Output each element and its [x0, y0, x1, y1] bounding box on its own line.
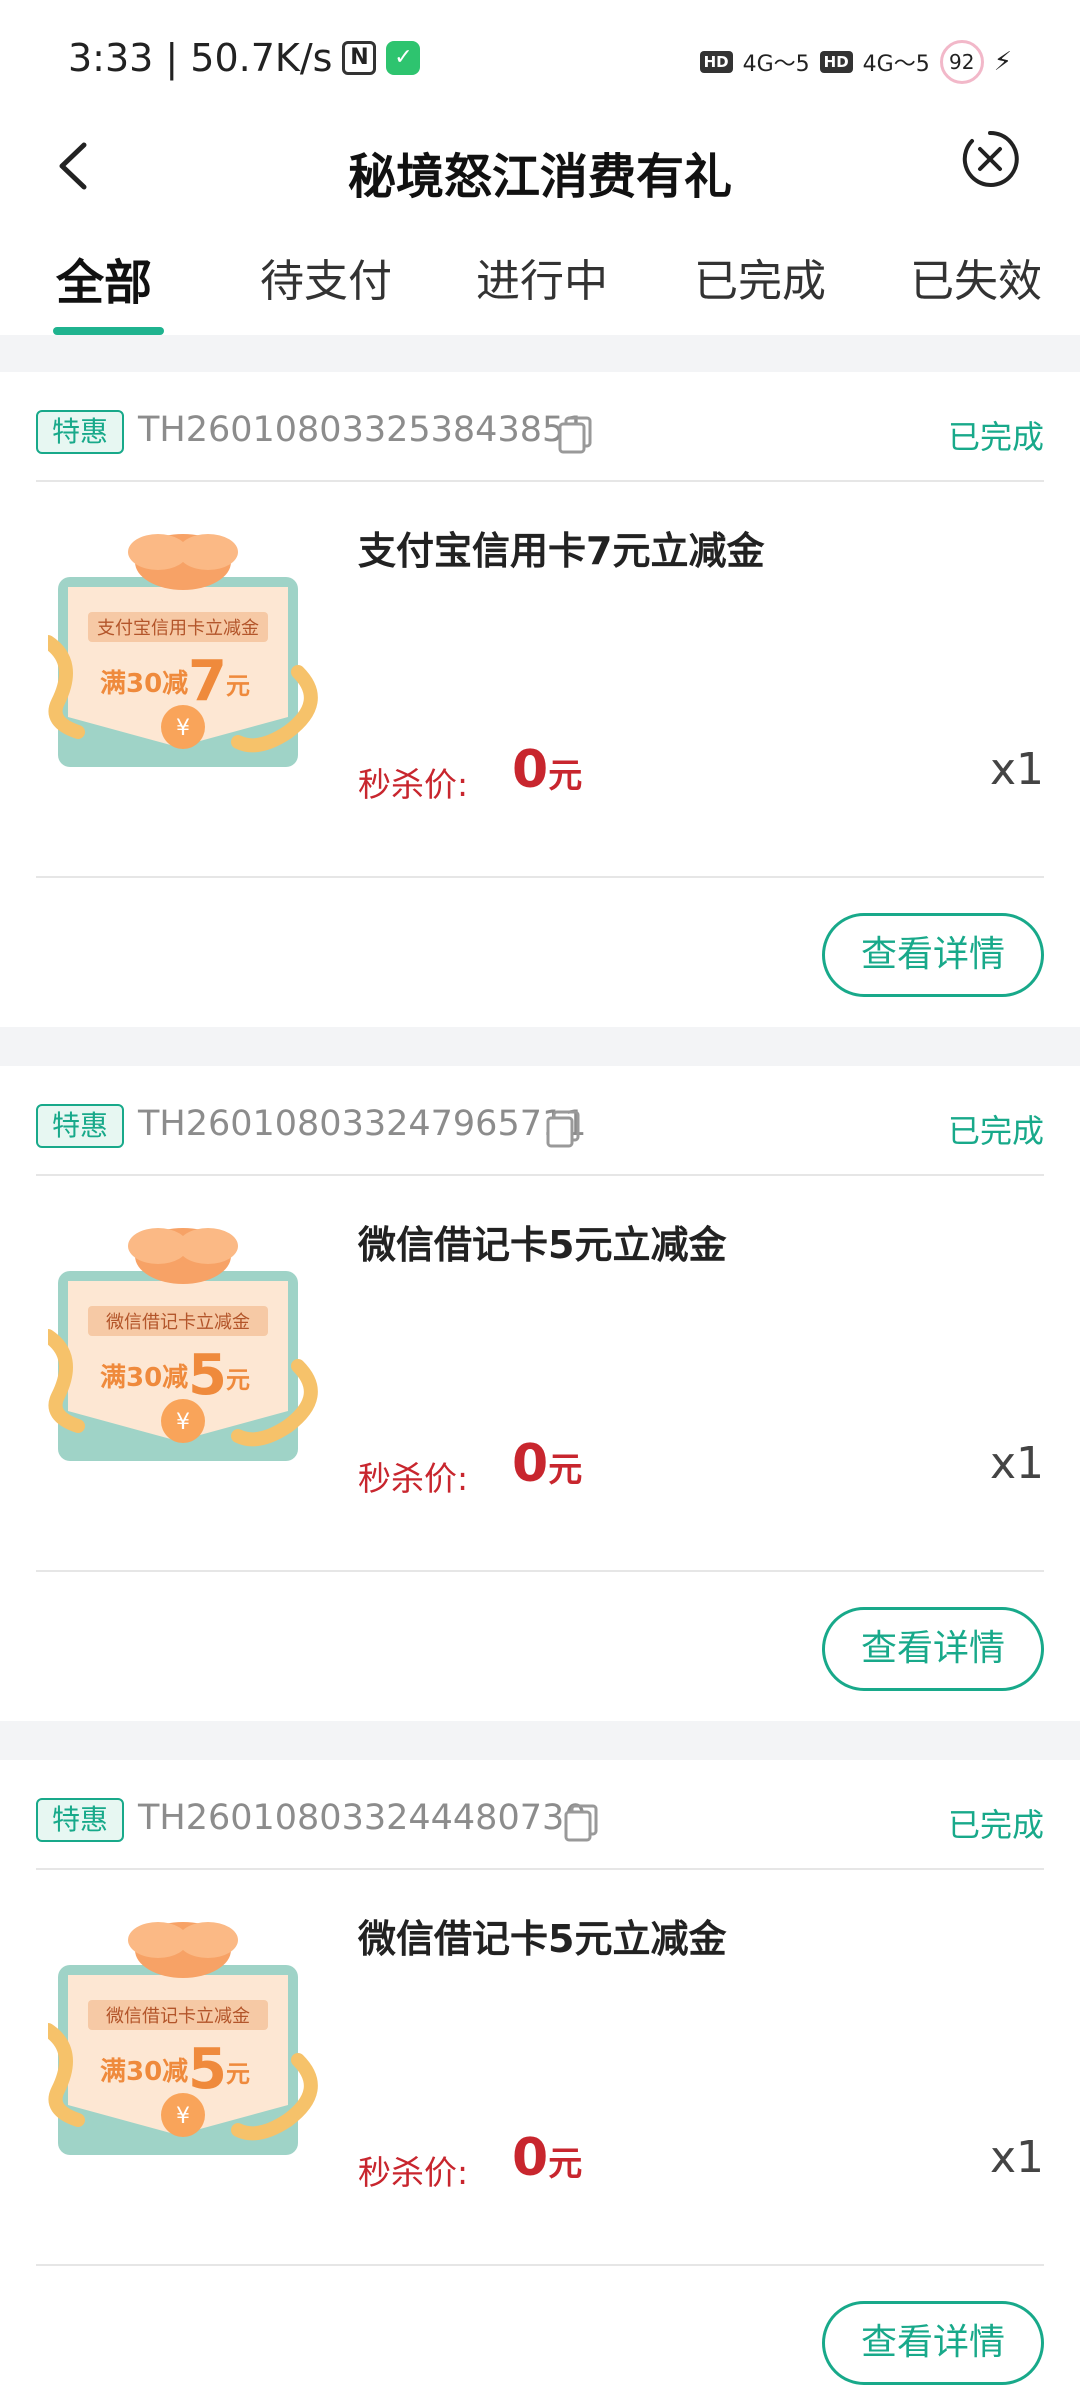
voucher-thumbnail[interactable]: ¥ 微信借记卡立减金 满30减 5 元: [48, 1216, 318, 1466]
svg-text:支付宝信用卡立减金: 支付宝信用卡立减金: [97, 618, 259, 639]
svg-text:微信借记卡立减金: 微信借记卡立减金: [106, 1312, 250, 1333]
divider: [36, 876, 1044, 878]
order-status: 已完成: [947, 418, 1044, 456]
svg-text:¥: ¥: [176, 1410, 190, 1435]
voucher-thumbnail[interactable]: ¥ 微信借记卡立减金 满30减 5 元: [48, 1910, 318, 2160]
svg-text:¥: ¥: [176, 716, 190, 741]
price-label: 秒杀价:: [358, 1459, 469, 1498]
order-status: 已完成: [947, 1806, 1044, 1844]
deal-badge: 特惠: [36, 1104, 125, 1148]
price-value: 0元: [512, 1434, 583, 1494]
svg-text:7: 7: [188, 649, 227, 714]
svg-text:5: 5: [188, 1343, 227, 1408]
tab-pending-payment[interactable]: 待支付: [260, 245, 392, 309]
view-details-button[interactable]: 查看详情: [822, 913, 1044, 997]
product-name[interactable]: 微信借记卡5元立减金: [358, 1908, 726, 1963]
order-number: TH260108033253843851: [138, 410, 587, 450]
tab-completed[interactable]: 已完成: [694, 245, 826, 309]
product-name[interactable]: 微信借记卡5元立减金: [358, 1214, 726, 1269]
svg-text:5: 5: [188, 2037, 227, 2102]
shield-icon: ✓: [386, 41, 421, 75]
copy-icon[interactable]: [544, 1108, 584, 1148]
divider: [36, 1174, 1044, 1176]
divider: [36, 480, 1044, 482]
deal-badge: 特惠: [36, 1798, 125, 1842]
divider: [36, 2264, 1044, 2266]
svg-text:元: 元: [226, 2060, 250, 2088]
order-header: 特惠 TH260108033244480730 已完成: [36, 1790, 1044, 1846]
tab-all[interactable]: 全部: [56, 243, 152, 313]
deal-badge: 特惠: [36, 410, 125, 454]
copy-icon[interactable]: [562, 1802, 602, 1842]
quantity: x1: [989, 1438, 1044, 1489]
price-value: 0元: [512, 2128, 583, 2188]
svg-text:元: 元: [226, 672, 250, 700]
divider: [36, 1570, 1044, 1572]
svg-text:¥: ¥: [176, 2104, 190, 2129]
time-speed: 3:33 | 50.7K/s: [68, 36, 333, 80]
order-card: 特惠 TH260108033253843851 已完成 ¥ 支付宝信用卡立减金 …: [0, 372, 1080, 1027]
close-mini-program-button[interactable]: [958, 127, 1022, 191]
order-card: 特惠 TH260108033247965711 已完成 ¥ 微信借记卡立减金 满…: [0, 1066, 1080, 1721]
tab-active-indicator: [53, 327, 164, 335]
order-status: 已完成: [947, 1112, 1044, 1150]
tab-expired[interactable]: 已失效: [910, 245, 1042, 309]
page-title: 秘境怒江消费有礼: [347, 149, 732, 205]
price-value: 0元: [512, 740, 583, 800]
svg-text:元: 元: [226, 1366, 250, 1394]
price-label: 秒杀价:: [358, 765, 469, 804]
price-label: 秒杀价:: [358, 2153, 469, 2192]
status-left: 3:33 | 50.7K/s N ✓: [68, 36, 421, 80]
status-right: HD 4G〜5 HD 4G〜5 92 ⚡: [699, 40, 1012, 84]
signal-icon: 4G〜5: [862, 52, 930, 77]
svg-text:微信借记卡立减金: 微信借记卡立减金: [106, 2006, 250, 2027]
svg-text:满30减: 满30减: [100, 1363, 188, 1393]
divider: [36, 1868, 1044, 1870]
nfc-icon: N: [342, 41, 377, 75]
quantity: x1: [989, 2132, 1044, 2183]
view-details-button[interactable]: 查看详情: [822, 1607, 1044, 1691]
close-icon: [962, 130, 1019, 187]
order-number: TH260108033244480730: [138, 1798, 587, 1838]
svg-text:满30减: 满30减: [100, 2057, 188, 2087]
product-name[interactable]: 支付宝信用卡7元立减金: [358, 520, 764, 575]
signal-icon: 4G〜5: [742, 52, 810, 77]
svg-text:满30减: 满30减: [100, 669, 188, 699]
hd-badge: HD: [819, 51, 853, 73]
order-card: 特惠 TH260108033244480730 已完成 ¥ 微信借记卡立减金 满…: [0, 1760, 1080, 2400]
tab-in-progress[interactable]: 进行中: [476, 245, 608, 309]
hd-badge: HD: [699, 51, 733, 73]
quantity: x1: [989, 744, 1044, 795]
charging-icon: ⚡: [993, 47, 1012, 77]
order-header: 特惠 TH260108033247965711 已完成: [36, 1096, 1044, 1152]
voucher-thumbnail[interactable]: ¥ 支付宝信用卡立减金 满30减 7 元: [48, 522, 318, 772]
view-details-button[interactable]: 查看详情: [822, 2301, 1044, 2385]
battery-icon: 92: [939, 40, 984, 84]
order-number: TH260108033247965711: [138, 1104, 587, 1144]
order-header: 特惠 TH260108033253843851 已完成: [36, 402, 1044, 458]
tab-bar: 全部 待支付 进行中 已完成 已失效: [0, 215, 1080, 335]
copy-icon[interactable]: [556, 414, 596, 454]
status-bar: 3:33 | 50.7K/s N ✓ HD 4G〜5 HD 4G〜5 92 ⚡: [0, 0, 1080, 115]
header: 秘境怒江消费有礼: [0, 115, 1080, 215]
